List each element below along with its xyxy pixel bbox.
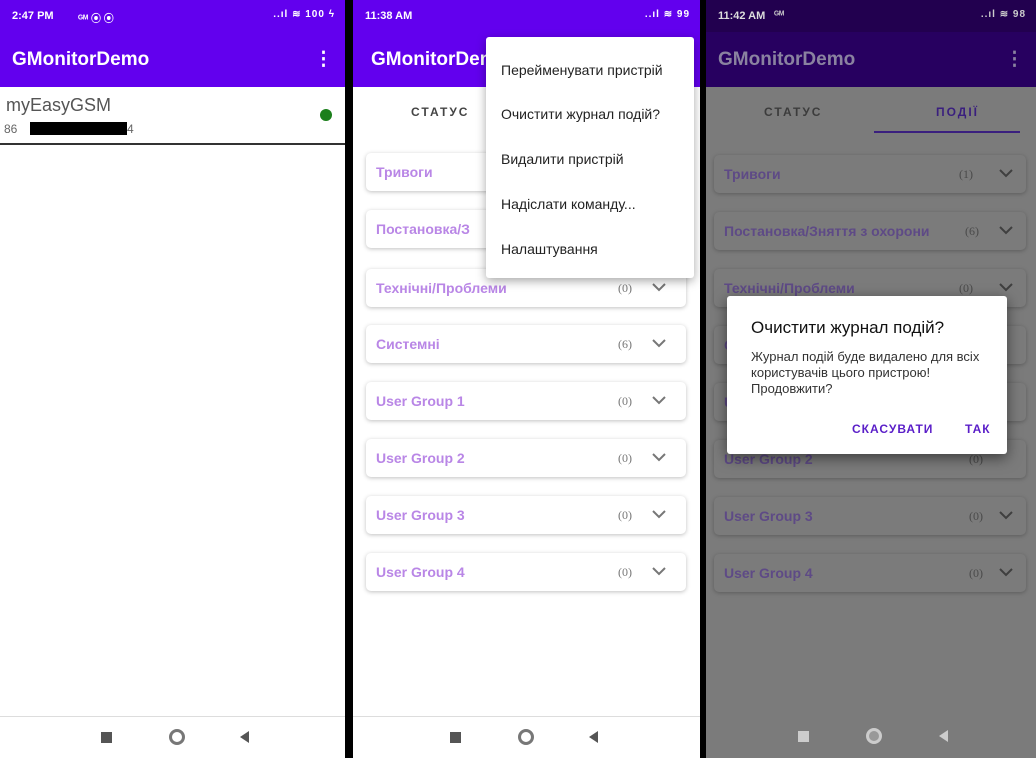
app-title: GMonitorDemo [718,49,856,70]
system-nav-bar [706,716,1036,758]
category-card-user-group-4[interactable]: User Group 4 (0) [366,553,686,591]
category-count: (0) [969,509,983,523]
device-list-item[interactable]: myEasyGSM 86 4 [0,87,345,145]
back-triangle-icon[interactable] [240,731,249,743]
app-title: GMonitorDem [371,49,497,70]
chevron-down-icon [652,567,666,576]
system-nav-bar [353,716,700,758]
status-bar: 11:42 AM ᴳᴹ ..ıl ≋ 98 [706,0,1036,32]
category-label: Постановка/Зняття з охорони [724,223,930,239]
category-label: Постановка/З [376,221,470,237]
menu-item-send-command[interactable]: Надіслати команду... [501,196,636,212]
category-label: Технічні/Проблеми [724,280,855,296]
category-label: Тривоги [724,166,781,182]
recents-square-icon[interactable] [450,732,461,743]
app-bar: GMonitorDemo ⋮ [706,32,1036,87]
chevron-down-icon [652,283,666,292]
device-name: myEasyGSM [6,95,112,115]
chevron-down-icon [999,511,1013,520]
category-count: (1) [959,167,973,181]
category-count: (6) [965,224,979,238]
overflow-menu: Перейменувати пристрій Очистити журнал п… [486,37,694,278]
chevron-down-icon [652,510,666,519]
category-card-user-group-2[interactable]: User Group 2 (0) [366,439,686,477]
category-count: (0) [618,394,632,408]
redaction-bar [30,122,127,135]
overflow-menu-icon[interactable]: ⋮ [1005,48,1024,71]
screen-device-list: 2:47 PM ᴳᴹ ⦿ ⦿ ..ıl ≋ 100 ϟ GMonitorDemo… [0,0,345,758]
online-status-dot-icon [320,109,332,121]
status-notification-icons: ᴳᴹ [774,10,785,21]
category-label: User Group 3 [376,507,465,523]
home-circle-icon[interactable] [518,729,534,745]
category-label: User Group 2 [376,450,465,466]
category-count: (0) [959,281,973,295]
status-bar: 11:38 AM ..ıl ≋ 99 [353,0,700,32]
dialog-title: Очистити журнал подій? [751,318,945,337]
tab-events[interactable]: ПОДІЇ [936,105,979,119]
category-count: (0) [969,566,983,580]
tab-bar: СТАТУС ПОДІЇ [706,87,1036,135]
status-system-icons: ..ıl ≋ 98 [980,9,1026,20]
app-bar: GMonitorDemo ⋮ [0,32,345,87]
chevron-down-icon [999,169,1013,178]
category-card-arming[interactable]: Постановка/Зняття з охорони (6) [714,212,1026,250]
category-card-user-group-1[interactable]: User Group 1 (0) [366,382,686,420]
device-number-prefix: 86 [4,122,18,136]
tab-status[interactable]: СТАТУС [411,105,469,119]
active-tab-indicator [874,131,1020,133]
home-circle-icon[interactable] [169,729,185,745]
category-count: (0) [618,508,632,522]
chevron-down-icon [999,568,1013,577]
dialog-ok-button[interactable]: ТАК [965,422,991,436]
category-card-alarms[interactable]: Тривоги (1) [714,155,1026,193]
dialog-cancel-button[interactable]: СКАСУВАТИ [852,422,933,436]
menu-item-rename-device[interactable]: Перейменувати пристрій [501,62,663,78]
category-count: (6) [618,337,632,351]
category-label: User Group 1 [376,393,465,409]
menu-item-clear-event-log[interactable]: Очистити журнал подій? [501,106,660,122]
device-number-suffix: 4 [127,122,134,136]
confirm-clear-log-dialog: Очистити журнал подій? Журнал подій буде… [727,296,1007,454]
status-system-icons: ..ıl ≋ 100 ϟ [273,9,335,20]
category-count: (0) [618,565,632,579]
category-label: Системні [376,336,440,352]
category-label: User Group 3 [724,508,813,524]
back-triangle-icon[interactable] [939,730,948,742]
category-count: (0) [618,281,632,295]
status-bar: 2:47 PM ᴳᴹ ⦿ ⦿ ..ıl ≋ 100 ϟ [0,0,345,32]
menu-item-delete-device[interactable]: Видалити пристрій [501,151,624,167]
category-label: Тривоги [376,164,433,180]
category-card-user-group-3[interactable]: User Group 3 (0) [366,496,686,534]
status-system-icons: ..ıl ≋ 99 [644,9,690,20]
category-label: Технічні/Проблеми [376,280,507,296]
category-label: User Group 4 [724,565,813,581]
menu-item-settings[interactable]: Налаштування [501,241,598,257]
category-card-user-group-4[interactable]: User Group 4 (0) [714,554,1026,592]
category-card-system[interactable]: Системні (6) [366,325,686,363]
tab-status[interactable]: СТАТУС [764,105,822,119]
screen-separator [345,0,353,758]
app-title: GMonitorDemo [12,49,150,70]
home-circle-icon[interactable] [866,728,882,744]
back-triangle-icon[interactable] [589,731,598,743]
status-notification-icons: ᴳᴹ ⦿ ⦿ [78,14,114,25]
category-count: (0) [969,452,983,466]
status-time: 2:47 PM [12,10,54,22]
chevron-down-icon [999,226,1013,235]
overflow-menu-icon[interactable]: ⋮ [314,48,333,71]
recents-square-icon[interactable] [101,732,112,743]
chevron-down-icon [652,453,666,462]
chevron-down-icon [999,283,1013,292]
status-time: 11:38 AM [365,10,413,22]
chevron-down-icon [652,339,666,348]
recents-square-icon[interactable] [798,731,809,742]
dialog-message: Журнал подій буде видалено для всіх кори… [751,349,980,396]
category-card-user-group-3[interactable]: User Group 3 (0) [714,497,1026,535]
chevron-down-icon [652,396,666,405]
status-time: 11:42 AM [718,10,766,22]
system-nav-bar [0,716,345,758]
category-label: User Group 4 [376,564,465,580]
category-count: (0) [618,451,632,465]
